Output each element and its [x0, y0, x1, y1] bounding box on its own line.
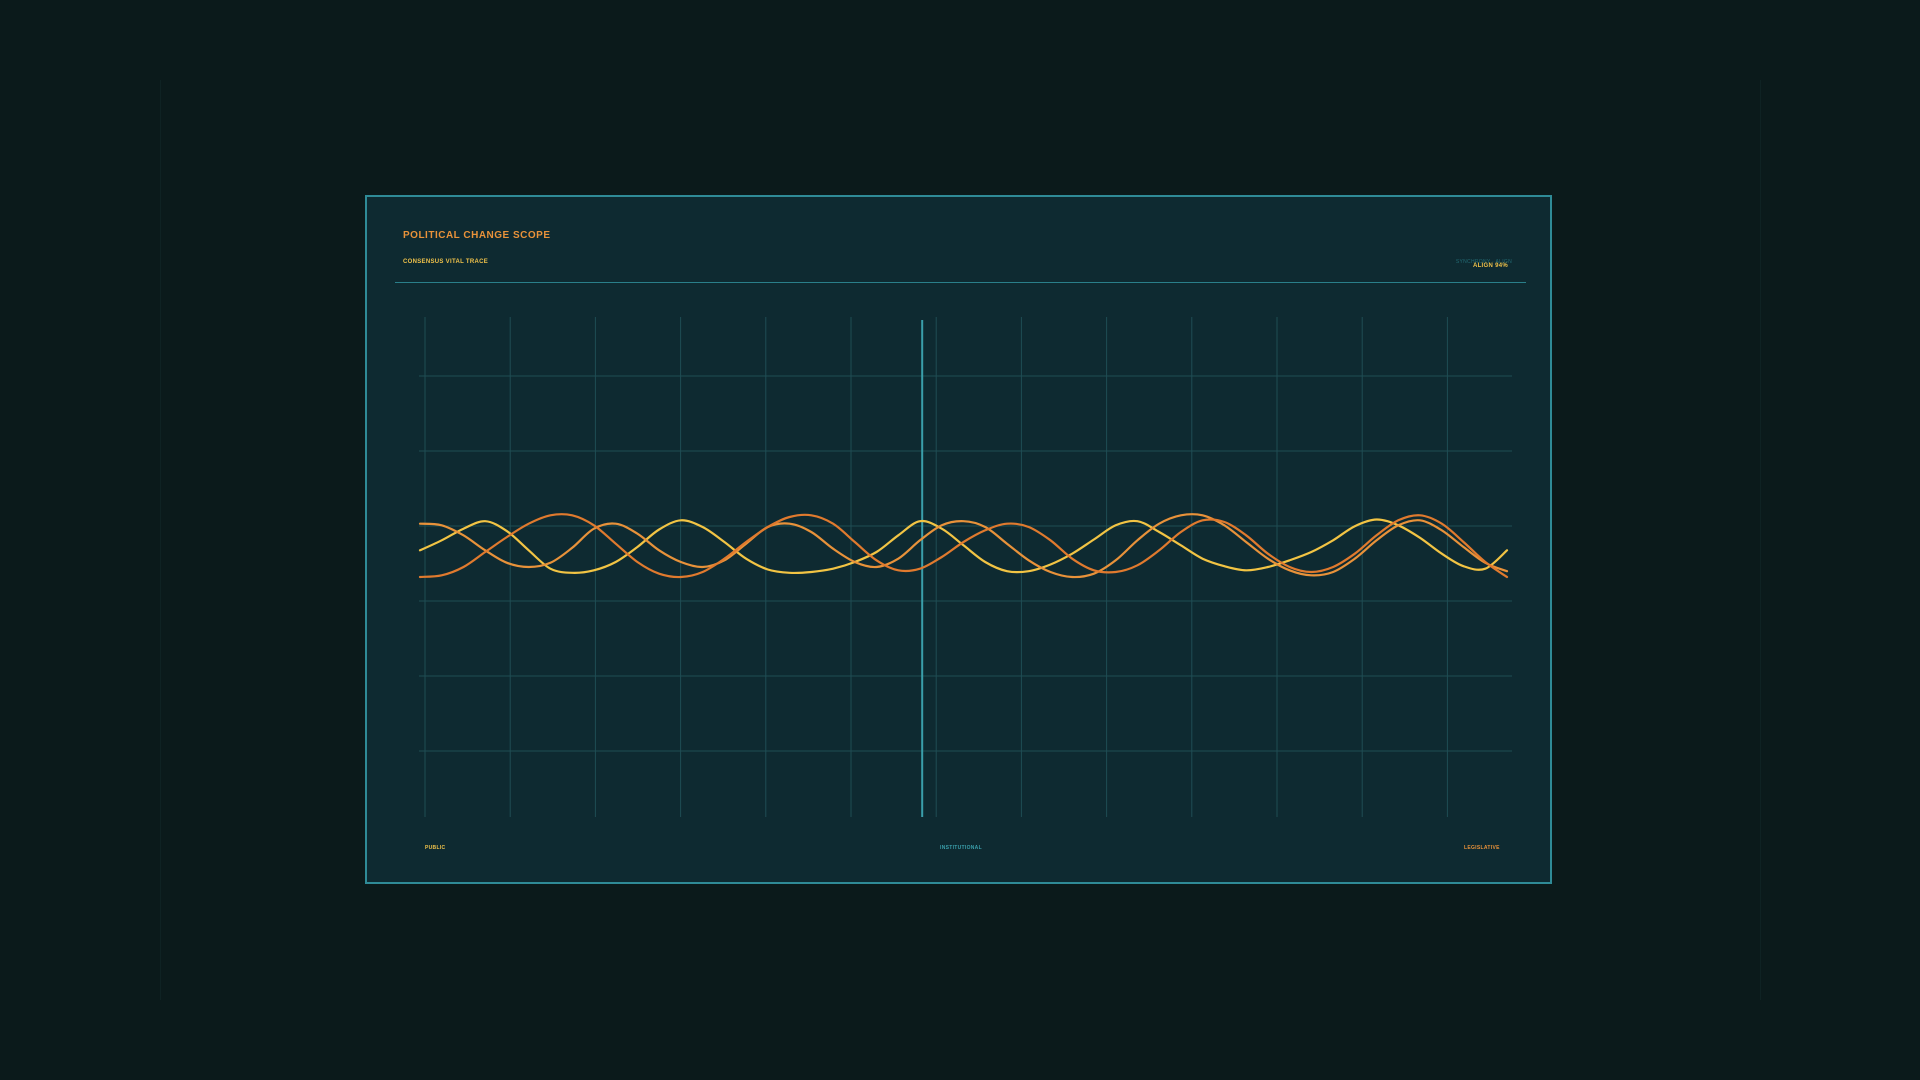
region-label-legislative: LEGISLATIVE — [1464, 845, 1500, 851]
region-label-public: PUBLIC — [425, 845, 446, 851]
scope-panel: POLITICAL CHANGE SCOPE CONSENSUS VITAL T… — [365, 195, 1552, 884]
region-label-institutional: INSTITUTIONAL — [940, 845, 982, 851]
waveform-chart — [418, 317, 1512, 817]
left-edge-line — [160, 80, 161, 1000]
right-edge-line — [1760, 80, 1761, 1000]
